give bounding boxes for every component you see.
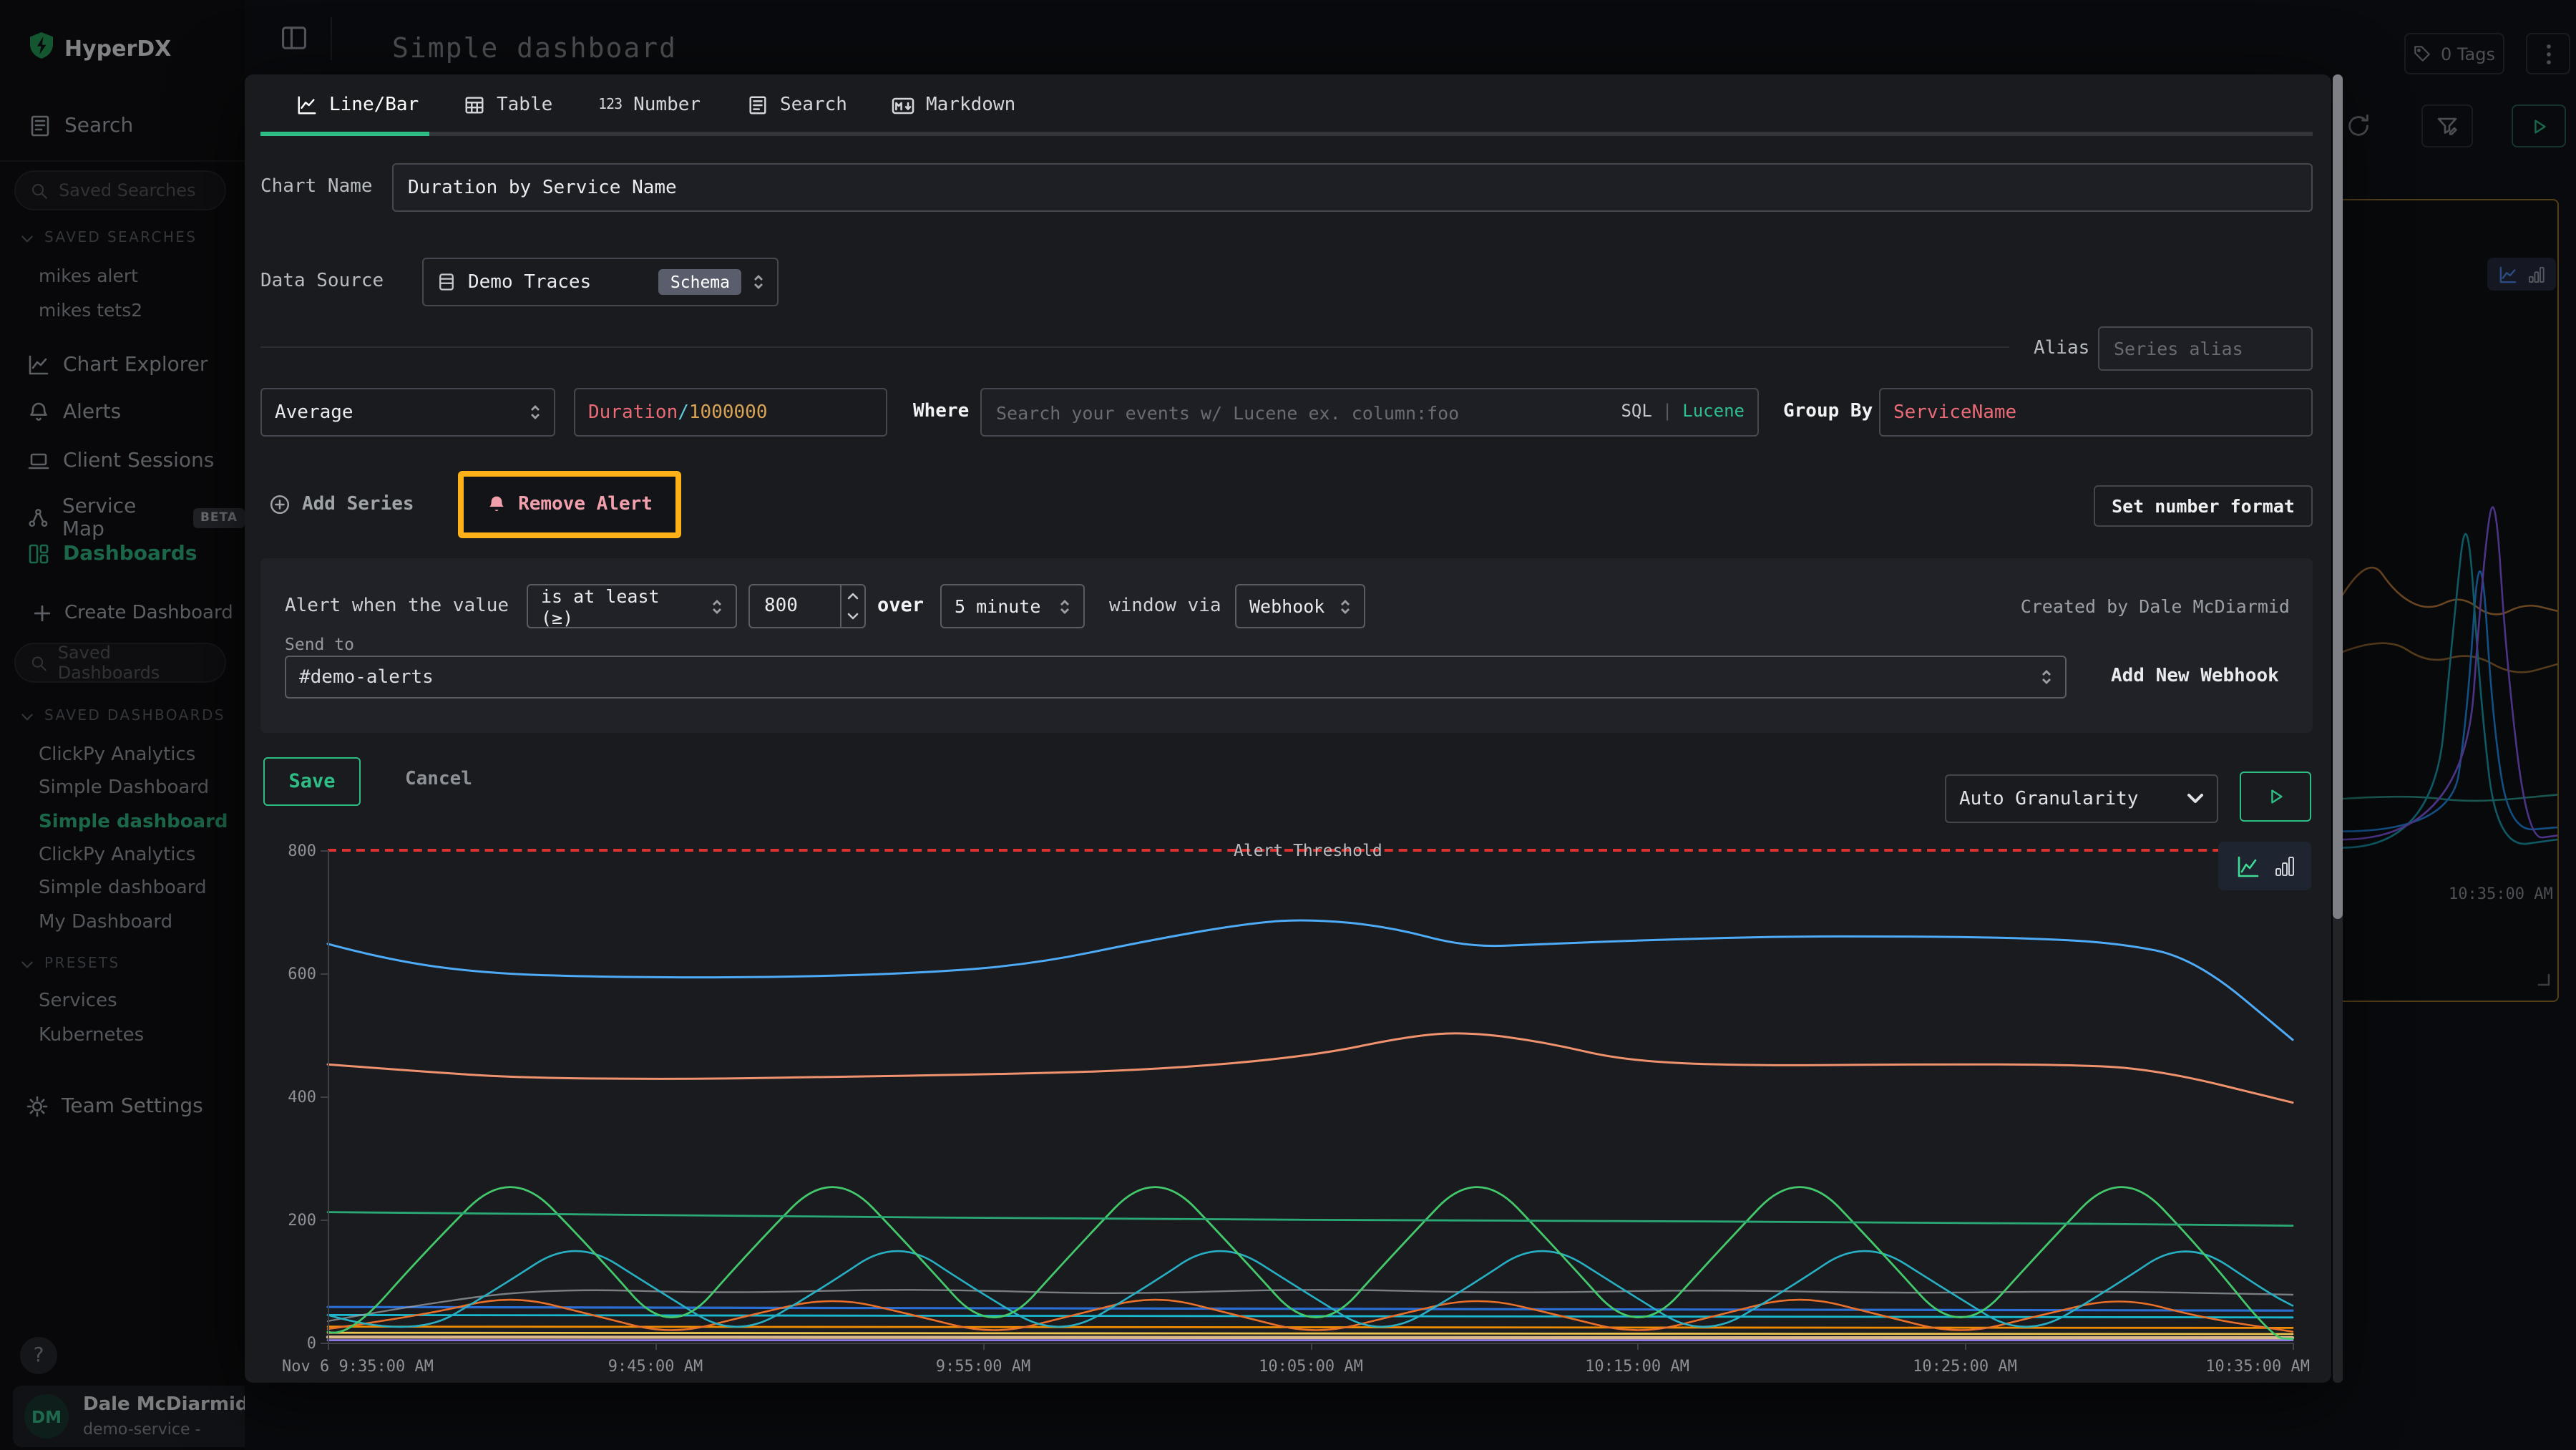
y-tick-label: 200 bbox=[256, 1211, 316, 1230]
tab-bar-track bbox=[260, 132, 2313, 136]
y-axis-line bbox=[328, 850, 329, 1343]
number-stepper bbox=[840, 585, 864, 627]
stepper-down-button[interactable] bbox=[841, 606, 864, 627]
markdown-icon bbox=[892, 95, 914, 115]
y-tick bbox=[321, 1096, 328, 1098]
aggregation-select[interactable]: Average bbox=[260, 388, 555, 437]
chart-name-input[interactable] bbox=[392, 163, 2313, 212]
add-series-button[interactable]: Add Series bbox=[269, 494, 414, 515]
where-label: Where bbox=[913, 401, 969, 422]
alert-lead-text: Alert when the value bbox=[285, 595, 509, 617]
alert-channel-select[interactable]: Webhook bbox=[1235, 584, 1365, 628]
x-tick-label: 10:15:00 AM bbox=[1585, 1357, 1689, 1376]
modal-scrollbar bbox=[2333, 74, 2343, 1383]
x-tick-label: 10:25:00 AM bbox=[1913, 1357, 2017, 1376]
updown-icon bbox=[753, 273, 764, 291]
save-button[interactable]: Save bbox=[263, 757, 361, 806]
x-tick bbox=[1965, 1343, 1966, 1350]
chart-type-toggle bbox=[2218, 842, 2311, 890]
tab-markdown[interactable]: Markdown bbox=[892, 94, 1015, 116]
sql-toggle[interactable]: SQL bbox=[1621, 401, 1652, 421]
add-new-webhook-button[interactable]: Add New Webhook bbox=[2111, 666, 2279, 687]
play-icon bbox=[2266, 787, 2285, 806]
number-123-icon: 123 bbox=[598, 97, 622, 113]
x-tick bbox=[655, 1343, 657, 1350]
x-tick bbox=[983, 1343, 985, 1350]
updown-icon bbox=[530, 404, 541, 421]
scrollbar-thumb[interactable] bbox=[2333, 74, 2343, 919]
send-to-select[interactable]: #demo-alerts bbox=[285, 656, 2067, 699]
bar-chart-icon[interactable] bbox=[2275, 856, 2293, 876]
x-tick bbox=[328, 1343, 329, 1350]
y-tick bbox=[321, 850, 328, 852]
y-tick bbox=[321, 1343, 328, 1344]
data-source-label: Data Source bbox=[260, 271, 384, 292]
run-chart-button[interactable] bbox=[2240, 772, 2311, 822]
query-language-toggle: SQL | Lucene bbox=[1621, 401, 1745, 421]
x-tick bbox=[2293, 1343, 2294, 1350]
set-number-format-button[interactable]: Set number format bbox=[2094, 485, 2313, 527]
line-chart-icon[interactable] bbox=[2236, 855, 2259, 877]
plus-circle-icon bbox=[269, 494, 291, 515]
data-source-select[interactable]: Demo Traces Schema bbox=[422, 258, 779, 306]
group-by-label: Group By bbox=[1783, 401, 1873, 422]
series-divider bbox=[260, 346, 2009, 348]
x-tick-label: 10:05:00 AM bbox=[1259, 1357, 1363, 1376]
send-to-label: Send to bbox=[285, 634, 354, 654]
database-icon bbox=[436, 272, 457, 292]
window-via-label: window via bbox=[1109, 595, 1221, 617]
x-tick-label: 9:45:00 AM bbox=[608, 1357, 703, 1376]
line-chart-icon bbox=[296, 94, 318, 116]
field-expression-input[interactable]: Duration/1000000 bbox=[574, 388, 887, 437]
remove-alert-highlight: Remove Alert bbox=[458, 471, 681, 538]
active-tab-underline bbox=[260, 132, 429, 136]
updown-icon bbox=[711, 598, 723, 615]
list-search-icon bbox=[747, 94, 769, 116]
app-root: HyperDX Search Saved Searches SAVED SEAR… bbox=[0, 0, 2576, 1450]
y-tick-label: 800 bbox=[256, 842, 316, 860]
where-input-wrap: SQL | Lucene bbox=[980, 388, 1759, 437]
y-tick-label: 0 bbox=[256, 1334, 316, 1353]
alert-threshold-input: 800 bbox=[748, 584, 866, 628]
tab-search[interactable]: Search bbox=[747, 94, 847, 116]
lucene-toggle[interactable]: Lucene bbox=[1682, 401, 1745, 421]
updown-icon bbox=[1340, 598, 1351, 615]
alias-label: Alias bbox=[2034, 338, 2089, 359]
x-tick bbox=[1311, 1343, 1312, 1350]
group-by-input[interactable]: ServiceName bbox=[1879, 388, 2313, 437]
table-icon bbox=[464, 94, 485, 116]
y-tick bbox=[321, 1220, 328, 1221]
chart-name-label: Chart Name bbox=[260, 176, 373, 198]
alert-condition-select[interactable]: is at least (≥) bbox=[527, 584, 737, 628]
y-tick bbox=[321, 973, 328, 975]
x-tick bbox=[1637, 1343, 1639, 1350]
chart-canvas[interactable] bbox=[328, 850, 2293, 1343]
cancel-button[interactable]: Cancel bbox=[405, 769, 472, 790]
updown-icon bbox=[2041, 668, 2052, 686]
stepper-up-button[interactable] bbox=[841, 585, 864, 606]
tab-bar: Line/Bar Table 123 Number Search Markdow… bbox=[260, 74, 2313, 137]
x-tick-label: 10:35:00 AM bbox=[2205, 1357, 2310, 1376]
alert-window-select[interactable]: 5 minute bbox=[940, 584, 1085, 628]
chart-plot-area[interactable]: Alert Threshold bbox=[328, 850, 2293, 1343]
alert-config-card: Alert when the value is at least (≥) 800… bbox=[260, 558, 2313, 733]
x-tick-label: 9:55:00 AM bbox=[936, 1357, 1030, 1376]
over-label: over bbox=[877, 594, 924, 617]
y-tick-label: 400 bbox=[256, 1088, 316, 1106]
granularity-select[interactable]: Auto Granularity bbox=[1945, 774, 2218, 823]
series-alias-input[interactable] bbox=[2098, 326, 2313, 371]
y-tick-label: 600 bbox=[256, 965, 316, 983]
remove-alert-button[interactable]: Remove Alert bbox=[487, 494, 653, 515]
x-tick-label: Nov 6 9:35:00 AM bbox=[282, 1357, 434, 1376]
x-axis-line bbox=[328, 1343, 2293, 1344]
edit-chart-modal: Line/Bar Table 123 Number Search Markdow… bbox=[245, 74, 2331, 1383]
bell-filled-icon bbox=[487, 494, 507, 515]
chevron-down-icon bbox=[2187, 793, 2204, 804]
tab-table[interactable]: Table bbox=[464, 94, 552, 116]
schema-badge: Schema bbox=[659, 269, 741, 295]
tab-line-bar[interactable]: Line/Bar bbox=[296, 94, 419, 116]
updown-icon bbox=[1059, 598, 1070, 615]
tab-number[interactable]: 123 Number bbox=[598, 94, 701, 116]
created-by-text: Created by Dale McDiarmid bbox=[2021, 595, 2290, 617]
